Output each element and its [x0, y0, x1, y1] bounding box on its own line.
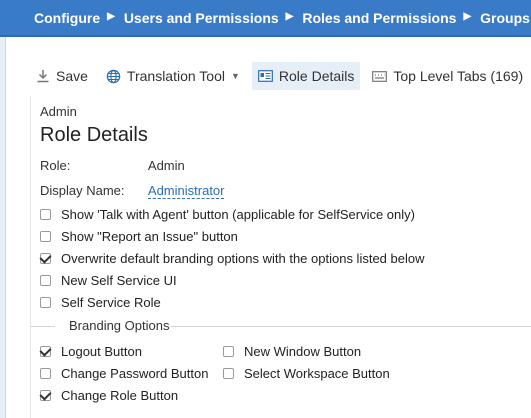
breadcrumb-groups[interactable]: Groups	[480, 10, 530, 26]
option-label: Show 'Talk with Agent' button (applicabl…	[61, 207, 415, 222]
save-button[interactable]: Save	[30, 62, 94, 90]
tab-top-level-tabs[interactable]: Top Level Tabs (169)	[366, 62, 529, 90]
option-label: Logout Button	[61, 344, 142, 359]
checkbox[interactable]	[223, 368, 234, 379]
branding-change-role-button[interactable]: Change Role Button	[40, 388, 178, 403]
branding-change-password-button[interactable]: Change Password Button	[40, 366, 208, 381]
option-label: Show "Report an Issue" button	[61, 229, 238, 244]
checkbox[interactable]	[40, 297, 51, 308]
checkbox[interactable]	[40, 346, 51, 357]
branding-logout-button[interactable]: Logout Button	[40, 344, 142, 359]
chevron-right-icon: ▶	[285, 11, 294, 22]
checkbox[interactable]	[223, 346, 234, 357]
option-self-service-role[interactable]: Self Service Role	[40, 295, 161, 310]
save-label: Save	[56, 68, 88, 84]
checkbox[interactable]	[40, 368, 51, 379]
option-label: Self Service Role	[61, 295, 161, 310]
checkbox[interactable]	[40, 253, 51, 264]
checkbox[interactable]	[40, 209, 51, 220]
option-report-an-issue[interactable]: Show "Report an Issue" button	[40, 229, 238, 244]
toolbar: Save Translation Tool ▼ Role Details Top…	[30, 62, 531, 90]
keyboard-icon	[372, 70, 388, 82]
divider	[171, 326, 531, 327]
role-value: Admin	[147, 158, 185, 173]
breadcrumb: Configure ▶ Users and Permissions ▶ Role…	[0, 0, 531, 37]
breadcrumb-configure[interactable]: Configure	[34, 10, 100, 26]
role-label: Role:	[40, 158, 71, 173]
option-label: New Window Button	[244, 344, 362, 359]
role-details-panel: Admin Role Details Role: Admin Display N…	[30, 96, 531, 418]
page-title: Role Details	[40, 124, 148, 146]
branding-new-window-button[interactable]: New Window Button	[223, 344, 361, 359]
translation-tool-dropdown[interactable]: Translation Tool ▼	[100, 62, 246, 90]
checkbox[interactable]	[40, 275, 51, 286]
role-field: Role: Admin	[40, 158, 185, 173]
branding-options-title: Branding Options	[69, 318, 170, 333]
display-name-label: Display Name:	[40, 183, 125, 198]
role-eyebrow: Admin	[40, 104, 77, 119]
option-label: Change Password Button	[61, 366, 209, 381]
breadcrumb-users-and-permissions[interactable]: Users and Permissions	[124, 10, 279, 26]
role-details-label: Role Details	[278, 68, 355, 84]
checkbox[interactable]	[40, 231, 51, 242]
translation-tool-label: Translation Tool	[126, 68, 225, 84]
option-label: New Self Service UI	[61, 273, 177, 288]
option-talk-with-agent[interactable]: Show 'Talk with Agent' button (applicabl…	[40, 207, 415, 222]
option-label: Overwrite default branding options with …	[61, 251, 425, 266]
top-level-tabs-label: Top Level Tabs (169)	[393, 68, 524, 84]
branding-select-workspace-button[interactable]: Select Workspace Button	[223, 366, 390, 381]
left-rail	[0, 37, 6, 418]
download-icon	[36, 69, 50, 83]
option-label: Change Role Button	[61, 388, 179, 403]
divider	[31, 326, 55, 327]
display-name-value[interactable]: Administrator	[147, 183, 225, 199]
globe-icon	[106, 69, 121, 84]
checkbox[interactable]	[40, 390, 51, 401]
id-card-icon	[258, 70, 273, 82]
chevron-right-icon: ▶	[463, 11, 472, 22]
caret-down-icon: ▼	[230, 71, 240, 81]
breadcrumb-roles-and-permissions[interactable]: Roles and Permissions	[302, 10, 456, 26]
chevron-right-icon: ▶	[107, 11, 115, 22]
option-new-self-service-ui[interactable]: New Self Service UI	[40, 273, 177, 288]
option-label: Select Workspace Button	[244, 366, 390, 381]
option-overwrite-branding[interactable]: Overwrite default branding options with …	[40, 251, 425, 266]
branding-options-header: Branding Options	[31, 318, 531, 334]
display-name-field: Display Name: Administrator	[40, 183, 225, 199]
tab-role-details[interactable]: Role Details	[251, 62, 361, 90]
